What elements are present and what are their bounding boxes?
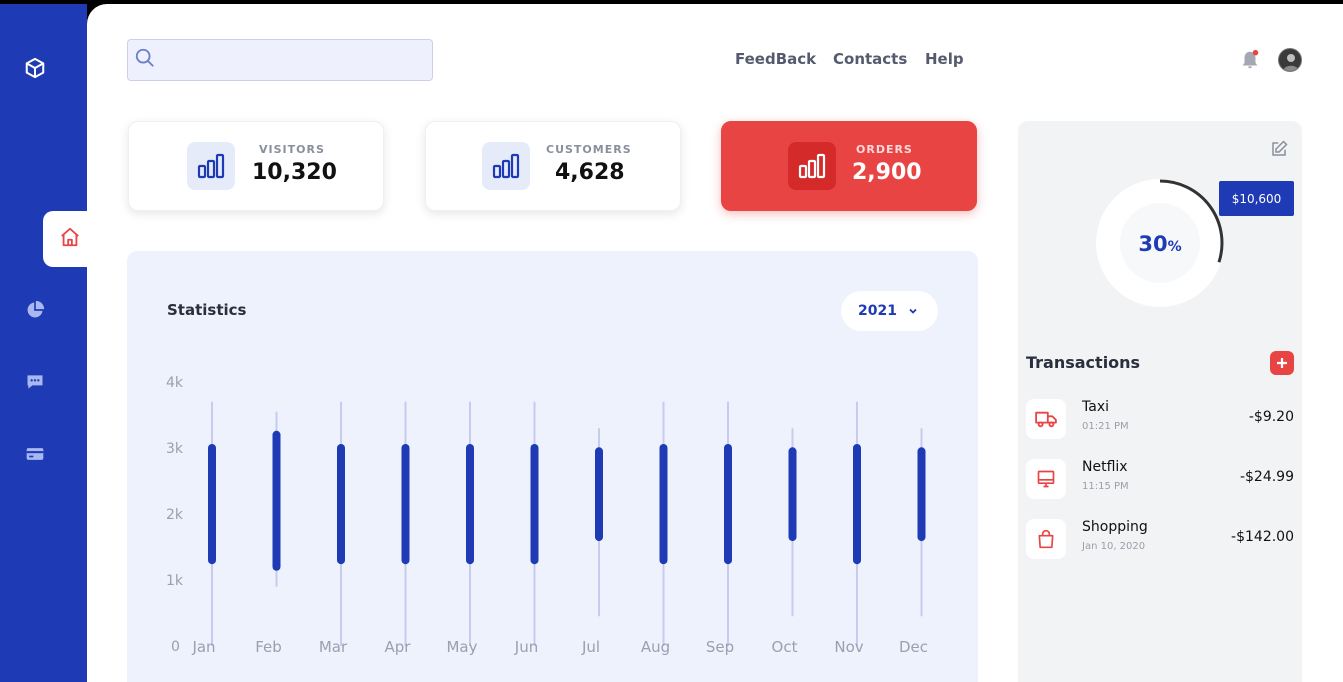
x-tick-label: Nov: [834, 638, 863, 656]
card-label: CUSTOMERS: [546, 143, 632, 156]
nav-feedback-link[interactable]: FeedBack: [735, 50, 816, 68]
shopping-bag-icon: [1026, 519, 1066, 559]
transaction-time: 01:21 PM: [1082, 421, 1129, 432]
transaction-time: Jan 10, 2020: [1082, 541, 1146, 552]
monitor-icon: [1026, 459, 1066, 499]
x-tick-label: Oct: [772, 638, 798, 656]
y-tick-label: 3k: [166, 441, 184, 457]
truck-icon: [1026, 399, 1066, 439]
transaction-name: Shopping: [1082, 519, 1148, 535]
search-input[interactable]: [156, 40, 432, 80]
x-tick-label: May: [446, 638, 477, 656]
search-bar[interactable]: [127, 39, 433, 81]
statistics-panel: Statistics 2021 0 1k 2k 3k 4k Jan Feb Mar Apr May…: [127, 251, 978, 682]
y-tick-label: 1k: [166, 573, 184, 589]
y-tick-label: 0: [171, 639, 180, 655]
progress-percent-sign: %: [1167, 239, 1182, 255]
nav-contacts-link[interactable]: Contacts: [833, 50, 907, 68]
x-tick-label: Dec: [899, 638, 928, 656]
transaction-amount: -$24.99: [1239, 469, 1294, 485]
sidebar-item-payments[interactable]: [0, 436, 78, 476]
sidebar-item-analytics[interactable]: [0, 292, 78, 332]
transaction-amount: -$142.00: [1231, 529, 1294, 545]
right-panel: 30 % $10,600 Transactions Taxi 01:21 PM …: [1018, 121, 1302, 682]
search-icon: [134, 47, 156, 73]
customers-card[interactable]: CUSTOMERS 4,628: [425, 121, 681, 211]
transaction-time: 11:15 PM: [1082, 481, 1129, 492]
transaction-name: Netflix: [1082, 459, 1128, 475]
y-tick-label: 2k: [166, 507, 184, 523]
y-tick-label: 4k: [166, 375, 184, 391]
x-tick-label: Jun: [514, 638, 538, 656]
amount-badge: $10,600: [1219, 181, 1294, 216]
card-label: VISITORS: [259, 143, 325, 156]
sidebar-item-messages[interactable]: [0, 364, 78, 404]
chat-icon: [25, 372, 45, 396]
edit-icon[interactable]: [1270, 140, 1288, 162]
pie-chart-icon: [25, 300, 45, 324]
main-content: FeedBack Contacts Help VISITORS 10,320 C…: [87, 4, 1343, 682]
bar-chart-icon: [482, 142, 530, 190]
transaction-row[interactable]: Shopping Jan 10, 2020 -$142.00: [1026, 517, 1294, 561]
progress-percent: 30: [1138, 232, 1168, 256]
transaction-amount: -$9.20: [1248, 409, 1294, 425]
x-tick-label: Jan: [191, 638, 215, 656]
home-icon: [59, 226, 81, 252]
transaction-row[interactable]: Taxi 01:21 PM -$9.20: [1026, 397, 1294, 441]
progress-value: 30 %: [1120, 204, 1200, 284]
bar-chart-icon: [788, 142, 836, 190]
orders-card[interactable]: ORDERS 2,900: [721, 121, 977, 211]
x-tick-label: Mar: [319, 638, 348, 656]
x-tick-label: Feb: [255, 638, 282, 656]
card-label: ORDERS: [856, 143, 913, 156]
card-value: 2,900: [852, 160, 922, 185]
credit-card-icon: [25, 444, 45, 468]
visitors-card[interactable]: VISITORS 10,320: [128, 121, 384, 211]
x-tick-label: Apr: [385, 638, 412, 656]
x-tick-label: Sep: [706, 638, 734, 656]
statistics-chart: 0 1k 2k 3k 4k Jan Feb Mar Apr May Jun Jul Aug Sep Oct N…: [166, 375, 928, 656]
nav-help-link[interactable]: Help: [925, 50, 964, 68]
sidebar: [0, 4, 103, 682]
x-tick-label: Aug: [641, 638, 670, 656]
cube-logo-icon[interactable]: [0, 48, 78, 88]
transaction-name: Taxi: [1082, 399, 1109, 415]
x-tick-label: Jul: [581, 638, 600, 656]
add-transaction-button[interactable]: [1270, 351, 1294, 375]
notification-bell-icon[interactable]: [1239, 49, 1261, 75]
bar-chart-icon: [187, 142, 235, 190]
card-value: 4,628: [555, 160, 625, 185]
user-avatar[interactable]: [1278, 48, 1302, 72]
transaction-row[interactable]: Netflix 11:15 PM -$24.99: [1026, 457, 1294, 501]
transactions-title: Transactions: [1026, 353, 1141, 372]
card-value: 10,320: [252, 160, 337, 185]
